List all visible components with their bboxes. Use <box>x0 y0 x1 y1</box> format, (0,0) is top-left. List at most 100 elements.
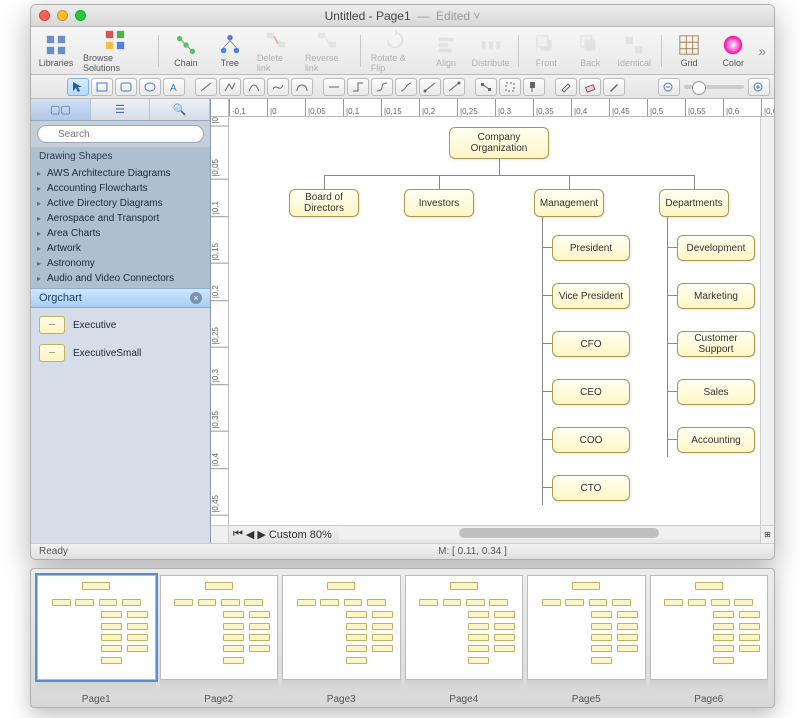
zoom-out-button[interactable] <box>658 78 680 96</box>
toolbar-overflow-icon[interactable]: » <box>758 43 766 59</box>
window-zoom-button[interactable] <box>75 10 86 21</box>
color-button[interactable]: Color <box>716 34 750 68</box>
delete-link-button[interactable]: Delete link <box>257 29 295 73</box>
library-header[interactable]: Orgchart × <box>31 288 210 308</box>
horizontal-ruler: -0,1|0|0,05|0,1|0,15|0,2|0,25|0,3|0,35|0… <box>229 99 774 117</box>
page-label: Page2 <box>204 694 233 705</box>
align-button[interactable]: Align <box>429 34 463 68</box>
vertical-scrollbar[interactable] <box>760 117 774 525</box>
page-thumbnail[interactable]: Page4 <box>405 575 524 705</box>
polyline-tool[interactable] <box>219 78 241 96</box>
chain-button[interactable]: Chain <box>169 34 203 68</box>
paint-tool[interactable] <box>523 78 545 96</box>
page-label: Page3 <box>327 694 356 705</box>
bezier-tool[interactable] <box>291 78 313 96</box>
sidebar-tab-tree[interactable]: ☰ <box>91 99 151 120</box>
grid-button[interactable]: Grid <box>672 34 706 68</box>
tree-item[interactable]: Area Charts <box>31 226 210 241</box>
node-mgmt[interactable]: CFO <box>552 331 630 357</box>
canvas[interactable]: Company Organization Board of Directors In… <box>229 117 760 525</box>
window-minimize-button[interactable] <box>57 10 68 21</box>
back-button[interactable]: Back <box>573 34 607 68</box>
sidebar-tab-libraries[interactable]: ▢▢ <box>31 99 91 120</box>
page-thumbnail[interactable]: Page2 <box>160 575 279 705</box>
tree-item[interactable]: AWS Architecture Diagrams <box>31 166 210 181</box>
line-tool[interactable] <box>195 78 217 96</box>
horizontal-scrollbar[interactable] <box>339 525 760 539</box>
node-root[interactable]: Company Organization <box>449 127 549 159</box>
grid-icon <box>678 34 700 56</box>
align-icon <box>435 34 457 56</box>
pen-tool[interactable] <box>603 78 625 96</box>
rect-tool[interactable] <box>91 78 113 96</box>
crop-tool[interactable] <box>499 78 521 96</box>
sidebar-tab-search[interactable]: 🔍 <box>150 99 210 120</box>
zoom-slider[interactable] <box>684 85 744 89</box>
library-item-executive[interactable]: — Executive <box>37 314 204 336</box>
node-mgmt[interactable]: CTO <box>552 475 630 501</box>
title-dropdown-icon[interactable]: ˅ <box>473 9 480 23</box>
node-dept[interactable]: Development <box>677 235 755 261</box>
connector-tool-4[interactable] <box>395 78 417 96</box>
eyedropper-tool[interactable] <box>555 78 577 96</box>
tree-item[interactable]: Aerospace and Transport <box>31 211 210 226</box>
connector-tool-2[interactable] <box>347 78 369 96</box>
text-tool[interactable]: A <box>163 78 185 96</box>
canvas-scroll[interactable]: Company Organization Board of Directors In… <box>229 117 760 525</box>
distribute-icon <box>480 34 502 56</box>
page-thumbnail[interactable]: Page6 <box>650 575 769 705</box>
window-close-button[interactable] <box>39 10 50 21</box>
node-mgmt[interactable]: COO <box>552 427 630 453</box>
page-thumbnail[interactable]: Page5 <box>527 575 646 705</box>
connector-tool-5[interactable] <box>419 78 441 96</box>
reverse-link-button[interactable]: Reverse link <box>305 29 350 73</box>
node-level1[interactable]: Board of Directors <box>289 189 359 217</box>
connector-tool-1[interactable] <box>323 78 345 96</box>
sidebar: ▢▢ ☰ 🔍 Drawing Shapes AWS Architecture D… <box>31 99 211 543</box>
node-dept[interactable]: Accounting <box>677 427 755 453</box>
node-mgmt[interactable]: President <box>552 235 630 261</box>
rounded-rect-tool[interactable] <box>115 78 137 96</box>
grid-corner-icon[interactable]: ⊞ <box>760 525 774 543</box>
tree-item[interactable]: Astronomy <box>31 256 210 271</box>
connector-tool-6[interactable] <box>443 78 465 96</box>
tree-item[interactable]: Active Directory Diagrams <box>31 196 210 211</box>
node-dept[interactable]: Marketing <box>677 283 755 309</box>
eraser-tool[interactable] <box>579 78 601 96</box>
tree-item[interactable]: Accounting Flowcharts <box>31 181 210 196</box>
libraries-button[interactable]: Libraries <box>39 34 73 68</box>
svg-text:A: A <box>170 83 177 93</box>
vertical-ruler: |0|0,05|0,1|0,15|0,2|0,25|0,3|0,35|0,4|0… <box>211 117 229 525</box>
browse-solutions-button[interactable]: Browse Solutions <box>83 29 148 73</box>
distribute-button[interactable]: Distribute <box>473 34 508 68</box>
search-input[interactable] <box>37 125 204 143</box>
spline-tool[interactable] <box>267 78 289 96</box>
zoom-select[interactable]: Custom 80% <box>269 529 332 541</box>
zoom-in-button[interactable] <box>748 78 770 96</box>
arc-tool[interactable] <box>243 78 265 96</box>
prev-page-button[interactable]: ◀ <box>246 528 254 541</box>
node-level1[interactable]: Management <box>534 189 604 217</box>
identical-button[interactable]: Identical <box>617 34 651 68</box>
node-level1[interactable]: Investors <box>404 189 474 217</box>
first-page-button[interactable]: ⏮ <box>233 528 243 541</box>
node-mgmt[interactable]: Vice President <box>552 283 630 309</box>
pointer-tool[interactable] <box>67 78 89 96</box>
page-thumbnail[interactable]: Page1 <box>37 575 156 705</box>
node-dept[interactable]: Sales <box>677 379 755 405</box>
ellipse-tool[interactable] <box>139 78 161 96</box>
rotate-flip-button[interactable]: Rotate & Flip <box>371 29 419 73</box>
library-close-icon[interactable]: × <box>190 292 202 304</box>
page-thumbnail[interactable]: Page3 <box>282 575 401 705</box>
tree-item[interactable]: Artwork <box>31 241 210 256</box>
tree-item[interactable]: Audio and Video Connectors <box>31 271 210 286</box>
library-item-executive-small[interactable]: — ExecutiveSmall <box>37 342 204 364</box>
node-dept[interactable]: Customer Support <box>677 331 755 357</box>
tree-button[interactable]: Tree <box>213 34 247 68</box>
next-page-button[interactable]: ▶ <box>257 528 265 541</box>
connector-tool-3[interactable] <box>371 78 393 96</box>
node-level1[interactable]: Departments <box>659 189 729 217</box>
front-button[interactable]: Front <box>529 34 563 68</box>
node-mgmt[interactable]: CEO <box>552 379 630 405</box>
edit-points-tool[interactable] <box>475 78 497 96</box>
